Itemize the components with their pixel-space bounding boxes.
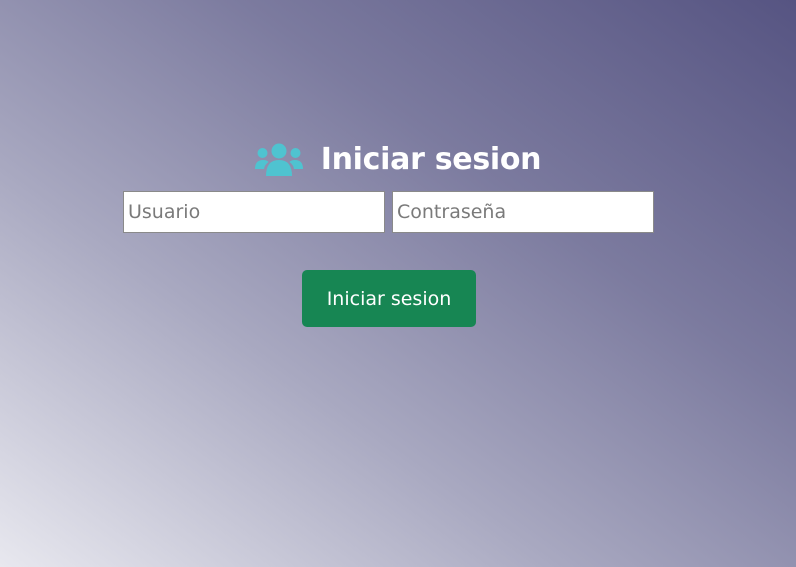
username-input[interactable] — [123, 191, 385, 233]
page-title: Iniciar sesion — [320, 142, 542, 177]
users-icon — [254, 143, 303, 176]
login-button[interactable]: Iniciar sesion — [302, 270, 476, 327]
login-header: Iniciar sesion — [0, 138, 796, 182]
login-panel: Iniciar sesion Iniciar sesion — [0, 0, 796, 567]
password-input[interactable] — [392, 191, 654, 233]
